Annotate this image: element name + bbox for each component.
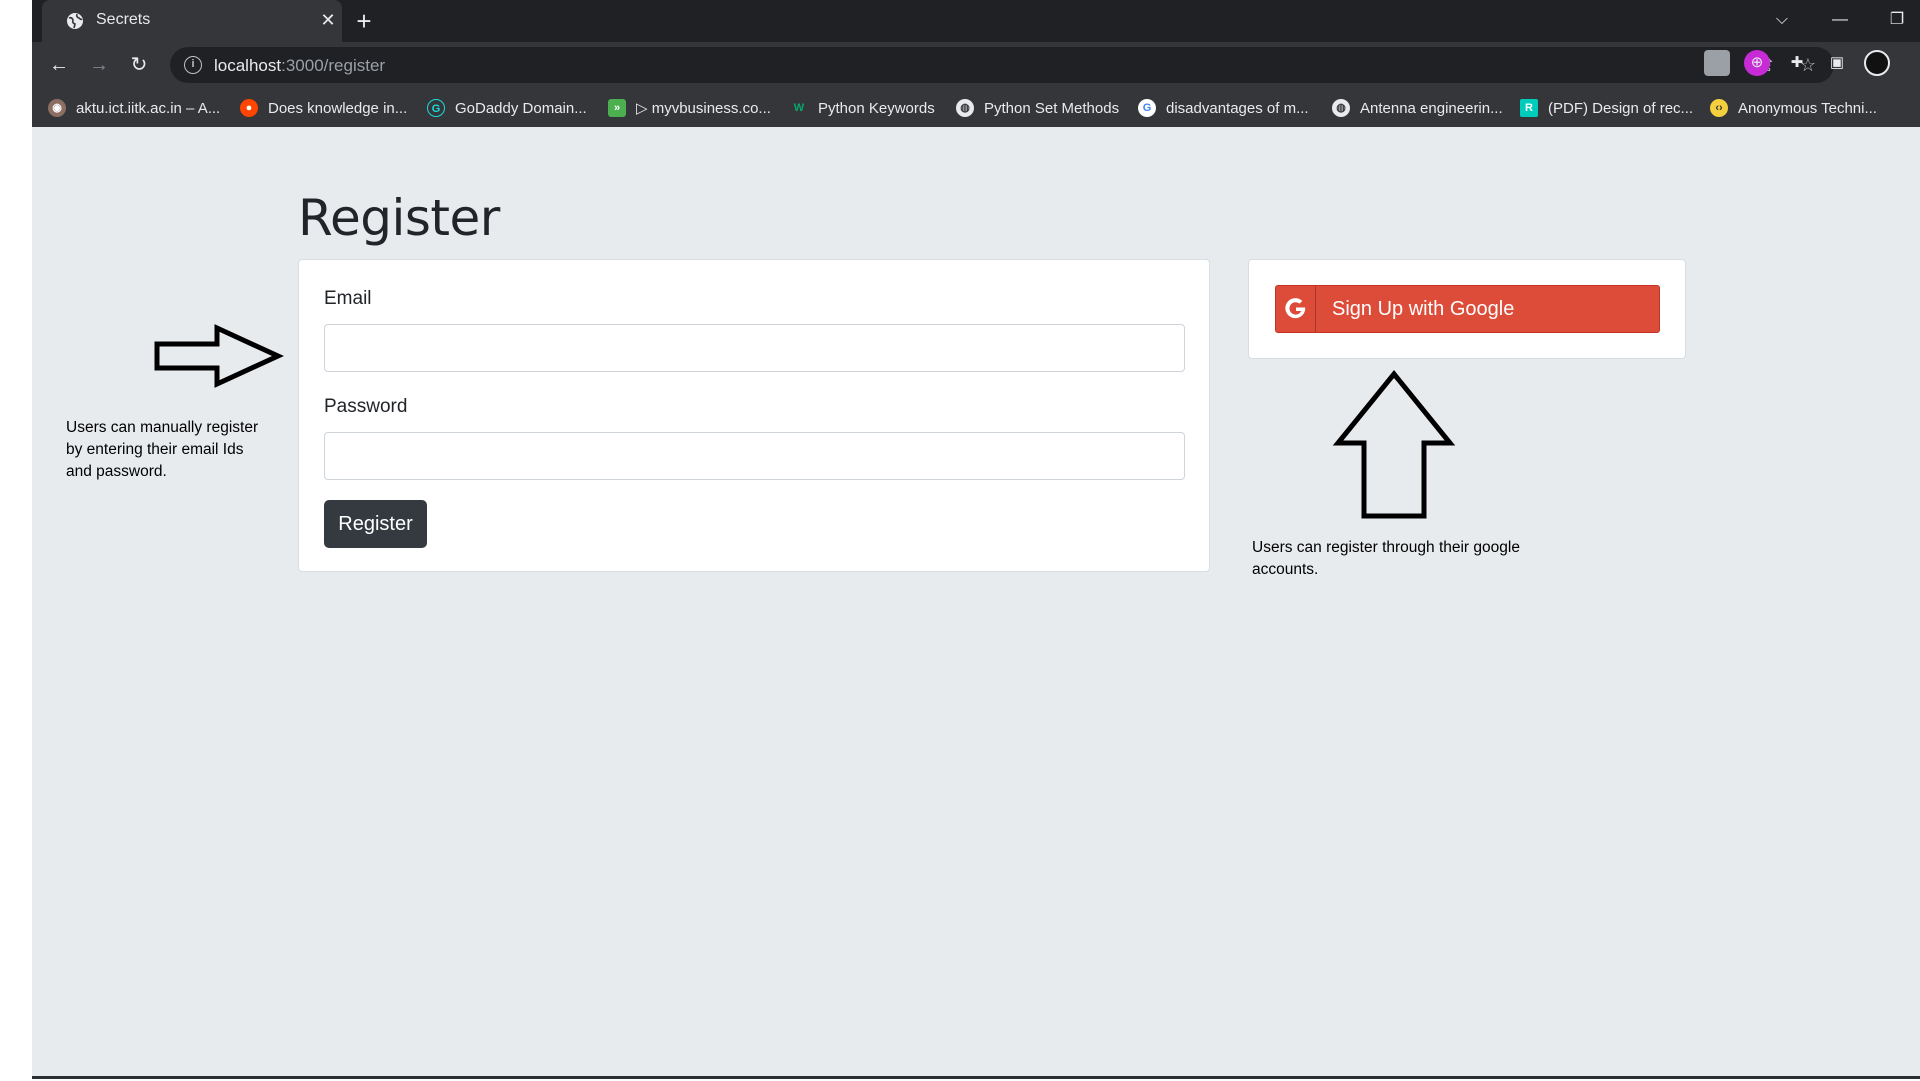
bookmark-label: Python Keywords bbox=[818, 99, 935, 117]
bookmark-item[interactable]: W Python Keywords bbox=[790, 97, 935, 119]
myv-icon: » bbox=[608, 99, 626, 117]
bookmark-label: Does knowledge in... bbox=[268, 99, 408, 117]
bookmark-item[interactable]: G GoDaddy Domain... bbox=[427, 97, 587, 119]
reddit-icon: ● bbox=[240, 99, 258, 117]
avatar[interactable] bbox=[1864, 50, 1890, 76]
annotation-line: by entering their email Ids bbox=[66, 441, 244, 458]
right-arrow-icon bbox=[154, 324, 284, 388]
url-host: localhost bbox=[214, 56, 282, 75]
w3-icon: W bbox=[793, 102, 805, 114]
minimize-icon[interactable]: — bbox=[1820, 6, 1860, 34]
restore-icon[interactable]: ❐ bbox=[1877, 6, 1917, 34]
forward-icon[interactable]: → bbox=[84, 50, 114, 80]
browser-toolbar: ← → ↻ i localhost:3000/register ⇪ ☆ ⊕ ✚ … bbox=[32, 42, 1920, 88]
tab-strip: Secrets ✕ + ⌵ — ❐ bbox=[32, 0, 1920, 42]
anon-icon: ‹› bbox=[1710, 99, 1728, 117]
social-signup-card: Sign Up with Google bbox=[1248, 259, 1686, 359]
url-path: :3000/register bbox=[281, 56, 386, 75]
bookmark-label: GoDaddy Domain... bbox=[455, 99, 587, 117]
google-signup-button[interactable]: Sign Up with Google bbox=[1275, 285, 1660, 333]
bookmark-label: Python Set Methods bbox=[984, 99, 1120, 117]
google-signup-label: Sign Up with Google bbox=[1332, 297, 1515, 320]
back-icon[interactable]: ← bbox=[44, 50, 74, 80]
email-label: Email bbox=[324, 288, 372, 309]
bookmark-label: ▷ myvbusiness.co... bbox=[636, 100, 771, 117]
page-content: Register Email Password Register Sign Up… bbox=[32, 127, 1920, 1076]
page-title: Register bbox=[298, 189, 500, 247]
password-label: Password bbox=[324, 396, 408, 417]
tab-title: Secrets bbox=[96, 11, 151, 28]
annotation-line: accounts. bbox=[1252, 561, 1319, 578]
register-button[interactable]: Register bbox=[324, 500, 427, 548]
bookmark-item[interactable]: R (PDF) Design of rec... bbox=[1520, 97, 1693, 119]
up-arrow-icon bbox=[1332, 370, 1456, 519]
bookmark-item[interactable]: ● Does knowledge in... bbox=[240, 97, 407, 119]
address-bar[interactable]: i localhost:3000/register ⇪ ☆ bbox=[170, 47, 1834, 83]
browser-tab[interactable]: Secrets ✕ bbox=[42, 0, 342, 42]
bookmark-item[interactable]: » ▷ myvbusiness.co... bbox=[608, 97, 771, 119]
password-field[interactable] bbox=[324, 432, 1185, 480]
new-tab-button[interactable]: + bbox=[350, 7, 378, 35]
window-bottom-edge bbox=[32, 1076, 1920, 1079]
extension-icon[interactable]: ⊕ bbox=[1744, 50, 1770, 76]
annotation-line: Users can register through their google bbox=[1252, 539, 1520, 556]
bookmark-item[interactable]: ‹› Anonymous Techni... bbox=[1710, 97, 1877, 119]
browser-window: Secrets ✕ + ⌵ — ❐ ← → ↻ i localhost:3000… bbox=[32, 0, 1920, 1078]
bookmark-item[interactable]: ◍ Antenna engineerin... bbox=[1332, 97, 1503, 119]
bookmark-item[interactable]: ◍ Python Set Methods bbox=[956, 97, 1119, 119]
bookmark-label: Antenna engineerin... bbox=[1360, 99, 1503, 117]
bookmarks-bar: ◉ aktu.ict.iitk.ac.in – A... ● Does know… bbox=[32, 88, 1920, 127]
annotation-line: and password. bbox=[66, 463, 167, 480]
annotation-line: Users can manually register bbox=[66, 419, 259, 436]
register-form-card: Email Password Register bbox=[298, 259, 1210, 572]
bookmark-item[interactable]: ◉ aktu.ict.iitk.ac.in – A... bbox=[48, 97, 220, 119]
manual-register-annotation: Users can manually register by entering … bbox=[66, 417, 258, 483]
chevron-down-icon[interactable]: ⌵ bbox=[1762, 6, 1802, 34]
google-icon: G bbox=[1138, 99, 1156, 117]
bookmark-label: disadvantages of m... bbox=[1166, 99, 1309, 117]
aktu-icon: ◉ bbox=[48, 99, 66, 117]
researchgate-icon: R bbox=[1520, 99, 1538, 117]
bookmark-label: Anonymous Techni... bbox=[1738, 99, 1877, 117]
bookmark-label: (PDF) Design of rec... bbox=[1548, 99, 1694, 117]
email-field[interactable] bbox=[324, 324, 1185, 372]
extension-icon[interactable] bbox=[1704, 50, 1730, 76]
bookmark-label: aktu.ict.iitk.ac.in – A... bbox=[76, 99, 221, 117]
godaddy-icon: G bbox=[427, 99, 445, 117]
google-icon bbox=[1276, 286, 1316, 332]
bookmark-item[interactable]: G disadvantages of m... bbox=[1138, 97, 1309, 119]
browser-chrome: Secrets ✕ + ⌵ — ❐ ← → ↻ i localhost:3000… bbox=[32, 0, 1920, 127]
side-panel-icon[interactable]: ▣ bbox=[1824, 50, 1850, 76]
info-icon[interactable]: i bbox=[184, 56, 202, 74]
google-register-annotation: Users can register through their google … bbox=[1252, 537, 1520, 581]
reload-icon[interactable]: ↻ bbox=[124, 50, 154, 80]
url-text[interactable]: localhost:3000/register bbox=[214, 56, 385, 76]
globe-icon: ◍ bbox=[956, 99, 974, 117]
puzzle-icon[interactable]: ✚ bbox=[1784, 50, 1810, 76]
globe-icon: ◍ bbox=[1332, 99, 1350, 117]
close-icon[interactable]: ✕ bbox=[316, 8, 340, 32]
globe-icon bbox=[67, 13, 83, 29]
